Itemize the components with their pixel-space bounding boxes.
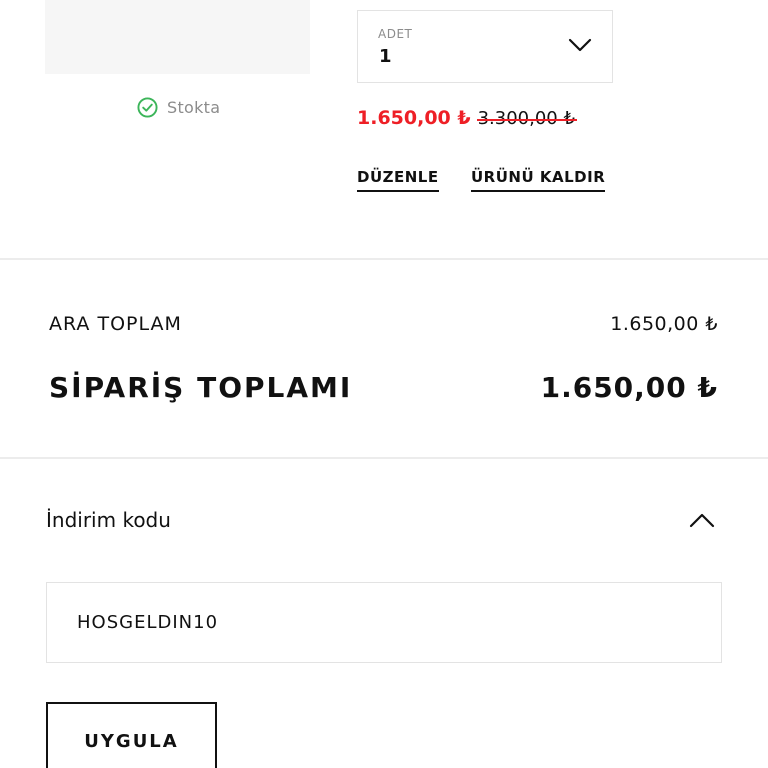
product-image xyxy=(45,0,310,74)
edit-link[interactable]: DÜZENLE xyxy=(357,168,439,192)
check-circle-icon xyxy=(137,97,158,118)
section-divider xyxy=(0,457,768,459)
apply-button[interactable]: UYGULA xyxy=(46,702,217,768)
original-price: 3.300,00 ₺ xyxy=(476,108,578,129)
sale-price: 1.650,00 ₺ xyxy=(357,107,471,129)
stock-status: Stokta xyxy=(137,97,220,118)
discount-code-input[interactable] xyxy=(46,582,722,663)
quantity-caption: ADET xyxy=(378,27,413,41)
chevron-up-icon xyxy=(689,513,715,528)
section-divider xyxy=(0,258,768,260)
order-total-label: SİPARİŞ TOPLAMI xyxy=(49,371,353,404)
chevron-down-icon xyxy=(568,38,592,52)
discount-code-toggle[interactable]: İndirim kodu xyxy=(46,500,722,544)
discount-code-label: İndirim kodu xyxy=(46,508,171,532)
subtotal-label: ARA TOPLAM xyxy=(49,313,182,335)
price-row: 1.650,00 ₺ 3.300,00 ₺ xyxy=(357,107,578,129)
stock-label: Stokta xyxy=(167,98,221,117)
subtotal-value: 1.650,00 ₺ xyxy=(610,313,718,335)
remove-product-link[interactable]: ÜRÜNÜ KALDIR xyxy=(471,168,606,192)
quantity-value: 1 xyxy=(379,46,392,67)
order-total-value: 1.650,00 ₺ xyxy=(540,371,718,404)
quantity-dropdown[interactable]: ADET 1 xyxy=(357,10,613,83)
